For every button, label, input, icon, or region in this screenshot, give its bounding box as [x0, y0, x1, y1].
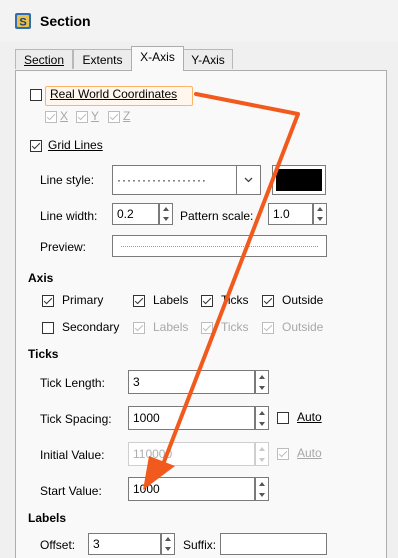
annotation-arrow [143, 92, 300, 490]
tab-x-axis[interactable]: X-Axis [131, 46, 184, 71]
